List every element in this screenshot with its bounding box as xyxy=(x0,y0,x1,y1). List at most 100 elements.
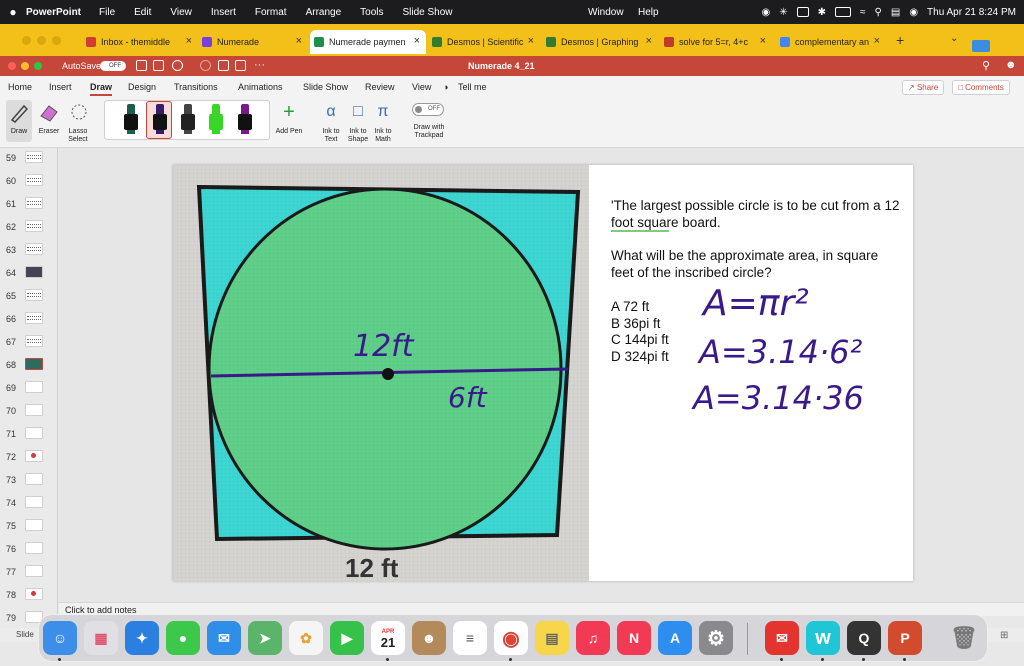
menu-app-name[interactable]: PowerPoint xyxy=(26,7,81,18)
slide-thumb-69[interactable]: 69 xyxy=(0,380,58,396)
ink-to-text-button[interactable]: α Ink to Text xyxy=(318,100,344,146)
browser-zoom-icon[interactable] xyxy=(52,36,61,45)
battery-icon[interactable] xyxy=(835,7,852,17)
slide-thumb-67[interactable]: 67 xyxy=(0,334,58,350)
gmail-icon[interactable]: ✉ xyxy=(765,621,799,661)
ppt-minimize-icon[interactable] xyxy=(21,62,29,70)
menu-window[interactable]: Window xyxy=(588,7,624,18)
menu-view[interactable]: View xyxy=(170,7,192,18)
view-grid-icon[interactable]: ⊞ xyxy=(1000,630,1008,641)
numerade-icon[interactable]: w xyxy=(806,621,840,661)
apple-icon[interactable]: ● xyxy=(0,5,26,19)
tab-close-icon[interactable]: × xyxy=(186,35,192,47)
tab-close-icon[interactable]: × xyxy=(646,35,652,47)
tab-animations[interactable]: Animations xyxy=(238,82,283,92)
slide-thumb-71[interactable]: 71 xyxy=(0,426,58,442)
comments-button[interactable]: □ Comments xyxy=(952,80,1010,95)
contacts-icon[interactable]: ☻ xyxy=(412,621,446,655)
menu-slideshow[interactable]: Slide Show xyxy=(403,7,453,18)
tab-transitions[interactable]: Transitions xyxy=(174,82,218,92)
add-pen-button[interactable]: + Add Pen xyxy=(272,100,306,142)
slide-thumb-60[interactable]: 60 xyxy=(0,173,58,189)
news-icon[interactable]: N xyxy=(617,621,651,655)
messages-icon[interactable]: ● xyxy=(166,621,200,655)
menu-insert[interactable]: Insert xyxy=(211,7,236,18)
pen-magenta[interactable] xyxy=(238,104,252,134)
bluetooth-icon[interactable]: ✱ xyxy=(818,7,826,18)
slide-thumb-72[interactable]: 72 xyxy=(0,449,58,465)
tab-review[interactable]: Review xyxy=(365,82,395,92)
slide-thumb-76[interactable]: 76 xyxy=(0,541,58,557)
safari-icon[interactable]: ✦ xyxy=(125,621,159,655)
menu-arrange[interactable]: Arrange xyxy=(306,7,342,18)
tab-close-icon[interactable]: × xyxy=(296,35,302,47)
slide-thumb-63[interactable]: 63 xyxy=(0,242,58,258)
screen-icon[interactable] xyxy=(796,7,809,17)
tab-slideshow[interactable]: Slide Show xyxy=(303,82,348,92)
menubar-datetime[interactable]: Thu Apr 21 8:24 PM xyxy=(927,7,1016,18)
finder-icon[interactable]: ☺ xyxy=(43,621,77,661)
slide-thumb-62[interactable]: 62 xyxy=(0,219,58,235)
present-icon[interactable] xyxy=(218,60,229,71)
draw-tool-button[interactable]: Draw xyxy=(6,100,32,142)
tab-home[interactable]: Home xyxy=(8,82,32,92)
menu-file[interactable]: File xyxy=(99,7,115,18)
undo-icon[interactable] xyxy=(172,60,183,71)
photos-icon[interactable]: ✿ xyxy=(289,621,323,655)
ppt-zoom-icon[interactable] xyxy=(34,62,42,70)
launchpad-icon[interactable]: ▦ xyxy=(84,621,118,655)
redo-icon[interactable] xyxy=(200,60,211,71)
chrome-icon[interactable]: ◉ xyxy=(494,621,528,661)
appstore-icon[interactable]: A xyxy=(658,621,692,655)
slide-thumb-77[interactable]: 77 xyxy=(0,564,58,580)
browser-tab-desmos-scientific[interactable]: Desmos | Scientific × xyxy=(428,30,540,54)
menu-tools[interactable]: Tools xyxy=(360,7,383,18)
tab-close-icon[interactable]: × xyxy=(874,35,880,47)
tell-me-search[interactable]: Tell me xyxy=(458,82,487,92)
slide-thumb-65[interactable]: 65 xyxy=(0,288,58,304)
current-slide[interactable]: 12 ft 12ft 6ft 'The largest possible cir… xyxy=(173,165,913,583)
calendar-icon[interactable]: APR 21 xyxy=(371,621,405,661)
slide-thumb-59[interactable]: 59 xyxy=(0,150,58,166)
slide-thumb-61[interactable]: 61 xyxy=(0,196,58,212)
browser-tab-google[interactable]: complementary an × xyxy=(776,30,886,54)
control-center-icon[interactable]: ▤ xyxy=(891,7,900,18)
more-icon[interactable]: ··· xyxy=(254,59,265,71)
browser-minimize-icon[interactable] xyxy=(37,36,46,45)
trash-icon[interactable]: 🗑 xyxy=(947,621,981,655)
new-tab-plus-icon[interactable]: + xyxy=(896,32,904,48)
lasso-select-button[interactable]: Lasso Select xyxy=(64,100,94,146)
draw-with-trackpad-toggle[interactable]: OFF xyxy=(412,103,444,116)
pen-purple[interactable] xyxy=(153,104,167,134)
maps-icon[interactable]: ➤ xyxy=(248,621,282,655)
notes-icon[interactable]: ▤ xyxy=(535,621,569,655)
menu-edit[interactable]: Edit xyxy=(134,7,151,18)
browser-tab-numerade[interactable]: Numerade × xyxy=(198,30,308,54)
settings-icon[interactable]: ⚙ xyxy=(699,621,733,655)
eraser-tool-button[interactable]: Eraser xyxy=(34,100,64,142)
save-icon[interactable] xyxy=(153,60,164,71)
music-icon[interactable]: ♫ xyxy=(576,621,610,655)
tab-list-chevron-down-icon[interactable]: ⌄ xyxy=(950,33,958,44)
ppt-close-icon[interactable] xyxy=(8,62,16,70)
slide-thumb-75[interactable]: 75 xyxy=(0,518,58,534)
record-icon[interactable]: ◉ xyxy=(762,7,771,18)
slide-thumb-68-selected[interactable]: 68 xyxy=(0,357,58,373)
tab-insert[interactable]: Insert xyxy=(49,82,72,92)
quicktime-icon[interactable]: Q xyxy=(847,621,881,661)
menu-help[interactable]: Help xyxy=(638,7,659,18)
reminders-icon[interactable]: ≡ xyxy=(453,621,487,655)
siri-icon[interactable]: ◉ xyxy=(909,7,918,18)
slide-thumb-73[interactable]: 73 xyxy=(0,472,58,488)
slide-thumb-74[interactable]: 74 xyxy=(0,495,58,511)
facetime-icon[interactable]: ▶ xyxy=(330,621,364,655)
powerpoint-icon[interactable]: P xyxy=(888,621,922,661)
autosave-toggle[interactable]: OFF xyxy=(100,61,126,71)
account-icon[interactable]: ☻ xyxy=(1005,59,1017,71)
tab-close-icon[interactable]: × xyxy=(528,35,534,47)
browser-tab-desmos-graphing[interactable]: Desmos | Graphing × xyxy=(542,30,658,54)
tab-close-icon[interactable]: × xyxy=(760,35,766,47)
highlighter-green[interactable] xyxy=(209,104,223,134)
tab-close-icon[interactable]: × xyxy=(414,35,420,47)
tab-view[interactable]: View xyxy=(412,82,431,92)
